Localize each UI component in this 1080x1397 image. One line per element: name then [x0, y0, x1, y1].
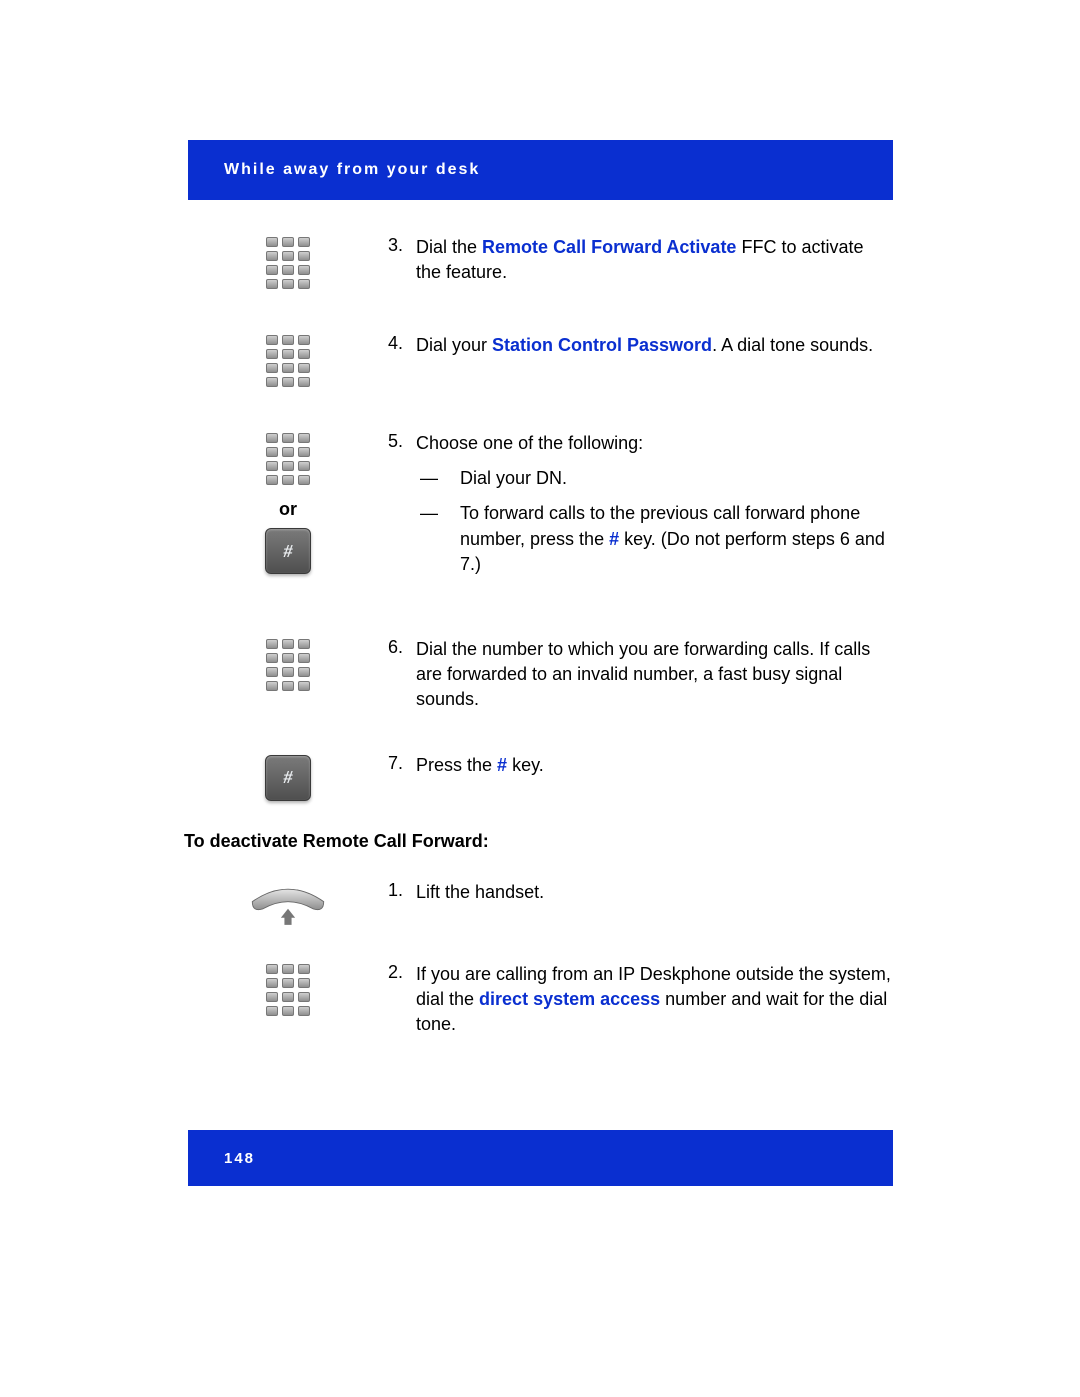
hash-key-icon: #: [265, 755, 311, 801]
step-text: 7. Press the # key.: [388, 753, 893, 778]
step-b1: 1. Lift the handset.: [188, 880, 893, 932]
step-number: 4.: [388, 333, 416, 354]
step-number: 6.: [388, 637, 416, 658]
dash-bullet: —: [416, 466, 460, 491]
step-4: 4. Dial your Station Control Password. A…: [188, 333, 893, 391]
header-title: While away from your desk: [224, 161, 480, 179]
step-body: Choose one of the following: — Dial your…: [416, 431, 893, 577]
step-body: Lift the handset.: [416, 880, 893, 905]
step-body: Dial the Remote Call Forward Activate FF…: [416, 235, 893, 285]
sub-item: — Dial your DN.: [416, 466, 893, 491]
step-b2: 2. If you are calling from an IP Deskpho…: [188, 962, 893, 1038]
icon-column: or #: [188, 431, 388, 574]
page-header: While away from your desk: [188, 140, 893, 200]
step-6: 6. Dial the number to which you are forw…: [188, 637, 893, 713]
keypad-icon: [266, 964, 310, 1020]
or-label: or: [279, 499, 297, 520]
keypad-icon: [266, 335, 310, 391]
step-body: Press the # key.: [416, 753, 893, 778]
page-footer: 148: [188, 1130, 893, 1186]
step-number: 2.: [388, 962, 416, 983]
step-7: # 7. Press the # key.: [188, 753, 893, 801]
icon-column: [188, 962, 388, 1020]
step-text: 6. Dial the number to which you are forw…: [388, 637, 893, 713]
step-text: 1. Lift the handset.: [388, 880, 893, 905]
step-text: 5. Choose one of the following: — Dial y…: [388, 431, 893, 577]
step-body: If you are calling from an IP Deskphone …: [416, 962, 893, 1038]
icon-column: [188, 637, 388, 695]
step-number: 7.: [388, 753, 416, 774]
icon-column: [188, 235, 388, 293]
keypad-icon: [266, 237, 310, 293]
step-number: 5.: [388, 431, 416, 452]
step-text: 2. If you are calling from an IP Deskpho…: [388, 962, 893, 1038]
document-page: While away from your desk 3. Dial the Re…: [0, 0, 1080, 1397]
icon-column: [188, 333, 388, 391]
step-number: 1.: [388, 880, 416, 901]
keypad-icon: [266, 639, 310, 695]
icon-column: [188, 880, 388, 932]
sub-item: — To forward calls to the previous call …: [416, 501, 893, 577]
page-number: 148: [224, 1150, 255, 1167]
icon-column: #: [188, 753, 388, 801]
step-body: Dial the number to which you are forward…: [416, 637, 893, 713]
hash-key-icon: #: [265, 528, 311, 574]
step-3: 3. Dial the Remote Call Forward Activate…: [188, 235, 893, 293]
section-heading: To deactivate Remote Call Forward:: [184, 831, 893, 852]
step-5: or # 5. Choose one of the following: — D…: [188, 431, 893, 577]
page-content: 3. Dial the Remote Call Forward Activate…: [188, 235, 893, 1077]
keypad-icon: [266, 433, 310, 489]
step-text: 4. Dial your Station Control Password. A…: [388, 333, 893, 358]
step-number: 3.: [388, 235, 416, 256]
dash-bullet: —: [416, 501, 460, 526]
step-body: Dial your Station Control Password. A di…: [416, 333, 893, 358]
lift-handset-icon: [243, 882, 333, 932]
step-text: 3. Dial the Remote Call Forward Activate…: [388, 235, 893, 285]
sub-item-text: To forward calls to the previous call fo…: [460, 501, 893, 577]
